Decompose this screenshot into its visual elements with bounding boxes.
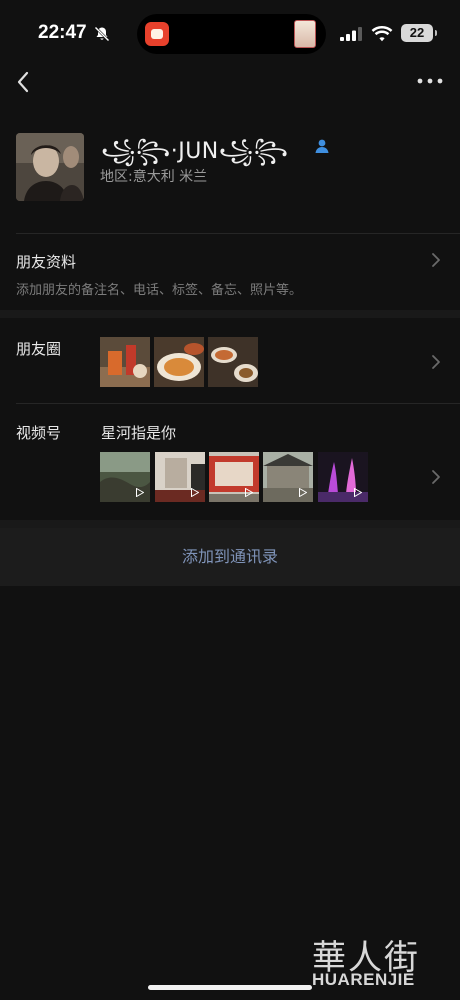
back-icon[interactable] <box>14 70 34 94</box>
avatar[interactable] <box>16 133 84 201</box>
section-gap <box>0 520 460 528</box>
play-icon <box>245 488 253 497</box>
channel-video[interactable] <box>209 452 259 502</box>
channel-video[interactable] <box>100 452 150 502</box>
chevron-right-icon <box>432 355 440 369</box>
friend-info-title: 朋友资料 <box>16 253 77 271</box>
region: 地区:意大利 米兰 <box>100 166 207 186</box>
play-icon <box>354 488 362 497</box>
chevron-right-icon <box>432 253 440 267</box>
region-label: 地区: <box>100 169 133 185</box>
channel-video[interactable] <box>155 452 205 502</box>
play-icon <box>191 488 199 497</box>
friend-info-row[interactable]: 朋友资料 添加朋友的备注名、电话、标签、备忘、照片等。 <box>0 234 460 310</box>
wifi-icon <box>371 26 393 42</box>
moments-photo[interactable] <box>154 337 204 387</box>
moments-title: 朋友圈 <box>16 340 62 358</box>
moments-photo[interactable] <box>100 337 150 387</box>
friend-info-subtitle: 添加朋友的备注名、电话、标签、备忘、照片等。 <box>16 283 303 298</box>
battery-indicator: 22 <box>401 24 437 42</box>
chevron-right-icon <box>432 470 440 484</box>
live-activity-app-icon <box>145 22 169 46</box>
watermark-latin: HUARENJIE <box>312 970 415 989</box>
more-icon[interactable] <box>416 72 444 90</box>
add-to-contacts-button[interactable]: 添加到通讯录 <box>0 528 460 586</box>
home-indicator[interactable] <box>148 985 312 990</box>
dynamic-island <box>137 14 326 54</box>
channel-video[interactable] <box>318 452 368 502</box>
watermark-logo: 華人街 HUARENJIE <box>304 930 454 992</box>
region-value: 意大利 米兰 <box>132 169 208 185</box>
moments-photo[interactable] <box>208 337 258 387</box>
now-playing-artwork <box>294 20 316 48</box>
bell-off-icon <box>94 26 110 42</box>
status-bar: 22:47 22 <box>0 0 460 62</box>
channel-name: 星河指是你 <box>101 424 177 442</box>
channel-video[interactable] <box>263 452 313 502</box>
play-icon <box>299 488 307 497</box>
signal-icon <box>340 27 362 41</box>
moments-row[interactable]: 朋友圈 <box>0 318 460 403</box>
status-time: 22:47 <box>38 22 87 43</box>
play-icon <box>136 488 144 497</box>
channels-row[interactable]: 视频号 星河指是你 <box>0 404 460 520</box>
person-icon <box>315 139 329 153</box>
section-gap <box>0 310 460 318</box>
channels-title: 视频号 <box>16 424 62 442</box>
